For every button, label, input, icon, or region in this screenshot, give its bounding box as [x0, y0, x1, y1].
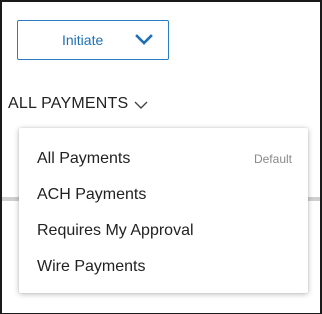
initiate-button-label: Initiate: [62, 32, 104, 48]
payment-filter-menu: All Payments Default ACH Payments Requir…: [19, 128, 308, 293]
payment-filter-label: ALL PAYMENTS: [8, 95, 129, 112]
chevron-down-icon: [135, 34, 153, 45]
menu-item-label: All Payments: [37, 150, 131, 167]
menu-item-label: ACH Payments: [37, 186, 147, 203]
chevron-down-icon: [134, 101, 148, 109]
default-badge: Default: [253, 152, 292, 166]
menu-item-requires-my-approval[interactable]: Requires My Approval: [19, 212, 308, 248]
payment-filter-dropdown-toggle[interactable]: ALL PAYMENTS: [8, 94, 148, 114]
menu-item-label: Requires My Approval: [37, 222, 194, 239]
initiate-button[interactable]: Initiate: [17, 20, 169, 60]
menu-item-all-payments[interactable]: All Payments Default: [19, 140, 308, 176]
menu-item-label: Wire Payments: [37, 258, 146, 275]
menu-item-ach-payments[interactable]: ACH Payments: [19, 176, 308, 212]
menu-item-wire-payments[interactable]: Wire Payments: [19, 248, 308, 284]
